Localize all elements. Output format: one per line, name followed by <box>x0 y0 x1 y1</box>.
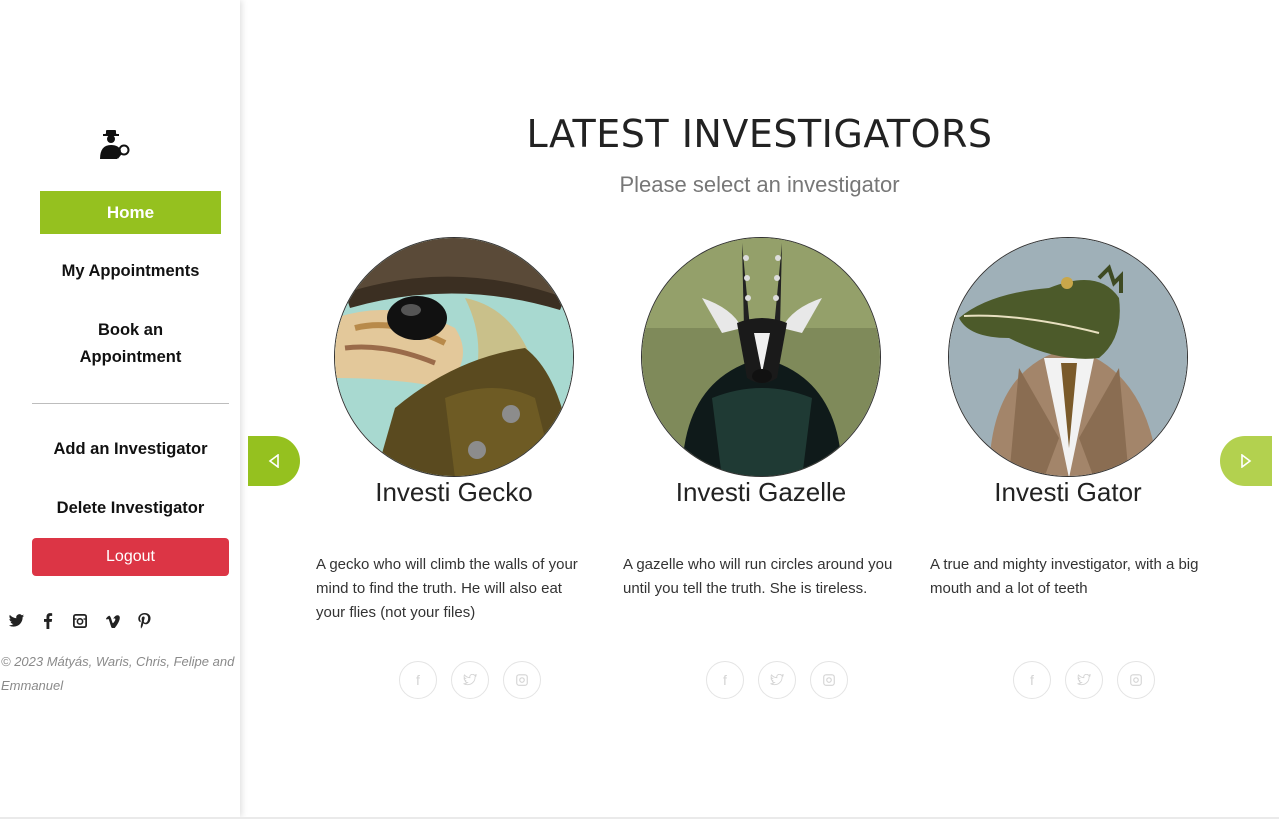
logout-button[interactable]: Logout <box>32 538 229 576</box>
nav-book-line2: Appointment <box>79 348 182 366</box>
facebook-icon[interactable]: f <box>399 661 437 699</box>
investigator-avatar-gecko[interactable] <box>334 237 574 477</box>
page: Home My Appointments Book an Appointment… <box>0 0 1279 819</box>
nav-add-investigator[interactable]: Add an Investigator <box>32 436 229 463</box>
instagram-icon[interactable] <box>810 661 848 699</box>
investigator-description: A gecko who will climb the walls of your… <box>316 553 606 625</box>
investigator-name: Investi Gator <box>994 477 1142 507</box>
investigator-description: A true and mighty investigator, with a b… <box>930 553 1220 601</box>
nav-home[interactable]: Home <box>40 191 221 234</box>
vimeo-icon[interactable] <box>103 612 121 630</box>
twitter-icon[interactable] <box>1065 661 1103 699</box>
twitter-icon[interactable] <box>7 612 25 630</box>
facebook-icon[interactable] <box>39 612 57 630</box>
page-subtitle: Please select an investigator <box>619 172 900 197</box>
twitter-icon[interactable] <box>758 661 796 699</box>
nav-my-appointments[interactable]: My Appointments <box>32 258 229 285</box>
detective-logo-icon[interactable] <box>97 125 133 161</box>
chevron-left-icon <box>268 454 279 468</box>
copyright-line2: Emmanuel <box>1 678 64 693</box>
investigator-avatar-gator[interactable] <box>948 237 1188 477</box>
investigator-avatar-gazelle[interactable] <box>641 237 881 477</box>
page-title: LATEST INVESTIGATORS <box>526 112 993 156</box>
twitter-icon[interactable] <box>451 661 489 699</box>
copyright-line1: © 2023 Mátyás, Waris, Chris, Felipe and <box>1 654 235 669</box>
carousel-prev-button[interactable] <box>248 436 300 486</box>
description-line: until you tell the truth. She is tireles… <box>623 580 868 597</box>
investigator-description: A gazelle who will run circles around yo… <box>623 553 913 601</box>
chevron-right-icon <box>1241 454 1252 468</box>
nav-delete-investigator[interactable]: Delete Investigator <box>32 495 229 522</box>
description-line: A gecko who will climb the walls of your <box>316 556 578 573</box>
description-line: A true and mighty investigator, with a b… <box>930 556 1199 573</box>
pinterest-icon[interactable] <box>135 612 153 630</box>
sidebar: Home My Appointments Book an Appointment… <box>0 0 240 817</box>
description-line: A gazelle who will run circles around yo… <box>623 556 893 573</box>
description-line: mouth and a lot of teeth <box>930 580 1088 597</box>
carousel-next-button[interactable] <box>1220 436 1272 486</box>
nav-book-line1: Book an <box>97 321 164 339</box>
copyright: © 2023 Mátyás, Waris, Chris, Felipe and … <box>1 650 236 698</box>
facebook-icon[interactable]: f <box>1013 661 1051 699</box>
nav-book-appointment[interactable]: Book an Appointment <box>32 317 229 371</box>
facebook-icon[interactable]: f <box>706 661 744 699</box>
investigator-name: Investi Gazelle <box>675 477 847 507</box>
instagram-icon[interactable] <box>503 661 541 699</box>
investigator-name: Investi Gecko <box>375 477 533 507</box>
description-line: your flies (not your files) <box>316 604 476 621</box>
sidebar-divider <box>32 403 229 404</box>
description-line: mind to find the truth. He will also eat <box>316 580 562 597</box>
instagram-icon[interactable] <box>71 612 89 630</box>
instagram-icon[interactable] <box>1117 661 1155 699</box>
